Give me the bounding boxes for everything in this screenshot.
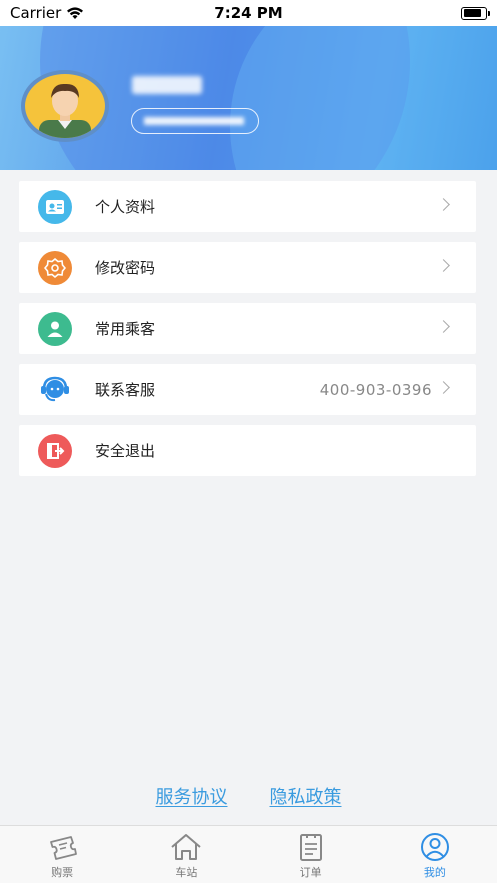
- menu-label: 修改密码: [95, 259, 156, 277]
- status-left: Carrier: [10, 4, 84, 22]
- chevron-right-icon: [437, 259, 450, 272]
- tab-buy-ticket[interactable]: 购票: [0, 826, 124, 883]
- menu-item-profile[interactable]: 个人资料: [19, 181, 476, 232]
- tab-label: 订单: [299, 866, 322, 879]
- settings-menu: 个人资料 修改密码 常用乘客 联系客服 400-903-0396 安全退出: [19, 181, 476, 486]
- service-phone[interactable]: 400-903-0396: [320, 381, 432, 399]
- wifi-icon: [67, 7, 84, 19]
- carrier-label: Carrier: [10, 4, 62, 22]
- ticket-icon: [50, 836, 78, 860]
- menu-item-customer-service[interactable]: 联系客服 400-903-0396: [19, 364, 476, 415]
- profile-header: [0, 26, 497, 170]
- menu-label: 联系客服: [95, 381, 156, 399]
- user-circle-icon: [420, 833, 449, 861]
- header-decoration: [230, 26, 497, 170]
- passenger-icon: [38, 312, 72, 346]
- username: [132, 76, 202, 94]
- tab-label: 购票: [51, 866, 74, 879]
- chevron-right-icon: [437, 320, 450, 333]
- menu-item-logout[interactable]: 安全退出: [19, 425, 476, 476]
- tab-orders[interactable]: 订单: [249, 826, 373, 883]
- logout-icon: [38, 434, 72, 468]
- menu-label: 个人资料: [95, 198, 156, 216]
- tab-mine[interactable]: 我的: [373, 826, 497, 883]
- tab-label: 我的: [423, 866, 446, 879]
- menu-label: 常用乘客: [95, 320, 156, 338]
- chevron-right-icon: [437, 381, 450, 394]
- menu-item-frequent-passengers[interactable]: 常用乘客: [19, 303, 476, 354]
- user-id: [144, 117, 244, 125]
- clipboard-icon: [299, 834, 322, 861]
- privacy-policy-link[interactable]: 隐私政策: [270, 783, 342, 809]
- user-id-badge[interactable]: [131, 108, 259, 134]
- avatar[interactable]: [21, 70, 109, 142]
- status-bar: Carrier 7:24 PM: [0, 0, 497, 26]
- home-icon: [171, 834, 202, 860]
- chevron-right-icon: [437, 198, 450, 211]
- tab-station[interactable]: 车站: [124, 826, 248, 883]
- tab-bar: 购票 车站 订单 我的: [0, 825, 497, 883]
- menu-label: 安全退出: [95, 442, 156, 460]
- battery-icon: [461, 6, 490, 20]
- menu-item-change-password[interactable]: 修改密码: [19, 242, 476, 293]
- customer-service-icon: [38, 373, 72, 407]
- avatar-person-icon: [39, 83, 91, 138]
- profile-card-icon: [38, 190, 72, 224]
- tab-label: 车站: [175, 866, 198, 879]
- service-agreement-link[interactable]: 服务协议: [156, 783, 228, 809]
- footer-links: 服务协议 隐私政策: [0, 783, 497, 809]
- password-icon: [38, 251, 72, 285]
